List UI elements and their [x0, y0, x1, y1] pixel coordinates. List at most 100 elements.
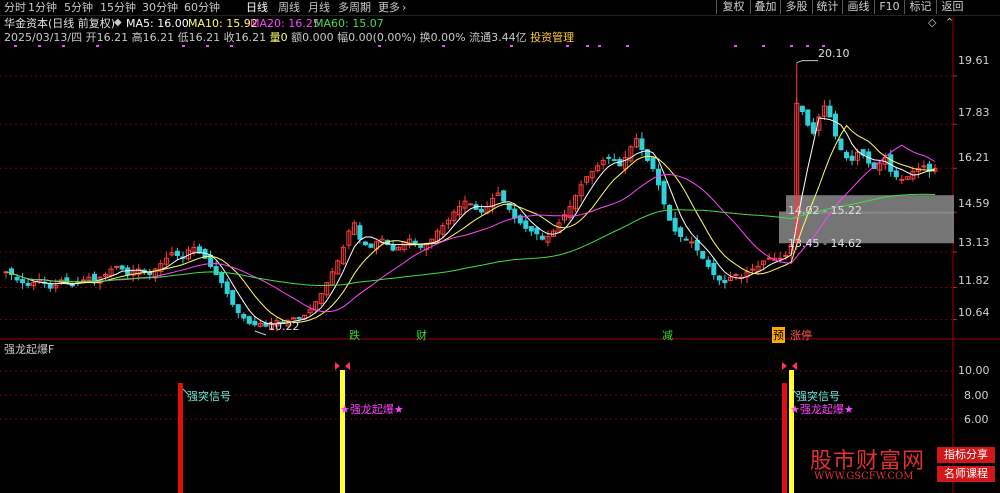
signal-dot [806, 45, 809, 47]
quote-low: 低16.21 [177, 31, 221, 44]
candle-body [683, 238, 689, 241]
candle-body [291, 317, 297, 320]
ma5-value: MA5: 16.00 [126, 17, 189, 30]
burst-label: ★强龙起爆★ [340, 403, 404, 416]
high-pointer [796, 60, 818, 64]
butterfly-icon [782, 362, 797, 370]
candle-body [69, 284, 75, 287]
tab-daily[interactable]: 日线 [246, 0, 268, 15]
adjust-button[interactable]: 复权 [716, 0, 750, 14]
tab-fenshi[interactable]: 分时 [4, 0, 26, 15]
event-marker-yu[interactable]: 预 [772, 327, 785, 343]
mark-button[interactable]: 标记 [904, 0, 936, 14]
indicator-bar [782, 383, 787, 493]
candle-body [611, 159, 617, 162]
signal-dot [378, 45, 381, 47]
ma10-value: MA10: 15.92 [188, 17, 258, 30]
signal-dot [442, 45, 445, 47]
signal-dot [790, 45, 793, 47]
candle-body [114, 265, 120, 268]
candle-body [750, 268, 756, 271]
candle-body [25, 283, 31, 286]
candle-body [357, 225, 363, 240]
candle-body [849, 155, 855, 161]
candle-body [235, 304, 241, 314]
indicator-tick: 6.00 [964, 413, 989, 426]
event-marker-cai[interactable]: 财 [416, 327, 427, 343]
signal-dot [38, 45, 41, 47]
diamond-outline-icon[interactable]: ◇ [928, 16, 936, 29]
burst-label: ★强龙起爆★ [790, 403, 854, 416]
candle-body [844, 151, 850, 159]
tab-5min[interactable]: 5分钟 [64, 0, 93, 15]
candle-body [252, 320, 258, 326]
signal-dot [182, 45, 185, 47]
candle-body [390, 245, 396, 251]
event-marker-die[interactable]: 跌 [349, 327, 360, 343]
price-tick: 14.59 [958, 197, 990, 210]
candle-body [296, 317, 302, 320]
back-button[interactable]: 返回 [936, 0, 968, 14]
stock-title: 华金资本(日线 前复权) [4, 17, 116, 30]
signal-dot [96, 45, 99, 47]
candle-body [722, 279, 728, 284]
candle-body [119, 265, 125, 270]
watermark-tag: 指标分享 [937, 447, 995, 463]
candle-body [224, 281, 230, 295]
quote-turnover: 换0.00% [419, 31, 466, 44]
signal-dot [566, 45, 569, 47]
tab-more[interactable]: 更多 [378, 0, 400, 15]
candle-body [534, 227, 540, 235]
settings-diamond-icon[interactable]: ◆ [114, 16, 122, 29]
tab-15min[interactable]: 15分钟 [100, 0, 136, 15]
investment-link[interactable]: 投资管理 [530, 31, 574, 44]
overlay-button[interactable]: 叠加 [750, 0, 780, 14]
signal-dot [598, 45, 601, 47]
signal-label: 强突信号 [187, 390, 231, 403]
f10-button[interactable]: F10 [874, 0, 904, 14]
chevron-right-icon[interactable]: › [402, 0, 406, 15]
candle-body [810, 122, 816, 134]
candle-body [468, 203, 473, 206]
site-watermark: 股市财富网 WWW.GSCFW.COM 指标分享 名师课程 [800, 441, 1000, 493]
signal-dot [230, 45, 233, 47]
indicator-title[interactable]: 强龙起爆F [4, 343, 54, 356]
candle-body [783, 254, 789, 257]
candle-body [14, 277, 20, 281]
price-tick: 17.83 [958, 106, 990, 119]
candle-body [362, 241, 368, 246]
tab-1min[interactable]: 1分钟 [28, 0, 57, 15]
period-toolbar: 分时 1分钟 5分钟 15分钟 30分钟 60分钟 日线 周线 月线 多周期 更… [0, 0, 1000, 15]
signal-dot [586, 45, 589, 47]
stats-button[interactable]: 统计 [812, 0, 842, 14]
candle-body [241, 313, 247, 319]
quote-open: 开16.21 [85, 31, 129, 44]
candle-body [539, 235, 545, 240]
candle-body [672, 217, 678, 232]
candle-body [838, 138, 844, 151]
indicator-bar [178, 383, 183, 493]
ma60-value: MA60: 15.07 [314, 17, 384, 30]
tab-30min[interactable]: 30分钟 [142, 0, 178, 15]
draw-line-button[interactable]: 画线 [842, 0, 874, 14]
high-price-label: 20.10 [818, 47, 850, 60]
quote-change: 幅0.00(0.00%) [337, 31, 417, 44]
event-marker-jian[interactable]: 减 [662, 327, 673, 343]
quote-line: 2025/03/13/四 开16.21 高16.21 低16.21 收16.21… [4, 31, 574, 44]
ma20-value: MA20: 16.25 [250, 17, 320, 30]
candle-body [827, 105, 833, 118]
tab-multi-period[interactable]: 多周期 [338, 0, 371, 15]
candle-body [523, 220, 529, 229]
candle-body [501, 190, 507, 202]
low-pointer [254, 330, 267, 336]
candle-body [799, 105, 805, 112]
signal-dot [762, 45, 765, 47]
tab-weekly[interactable]: 周线 [278, 0, 300, 15]
multi-stock-button[interactable]: 多股 [780, 0, 812, 14]
candle-body [661, 180, 667, 205]
event-marker-zhangting[interactable]: 涨停 [790, 327, 812, 343]
tab-monthly[interactable]: 月线 [308, 0, 330, 15]
collapse-icon[interactable]: ⌃ [945, 16, 954, 29]
tab-60min[interactable]: 60分钟 [184, 0, 220, 15]
signal-dot [626, 45, 629, 47]
